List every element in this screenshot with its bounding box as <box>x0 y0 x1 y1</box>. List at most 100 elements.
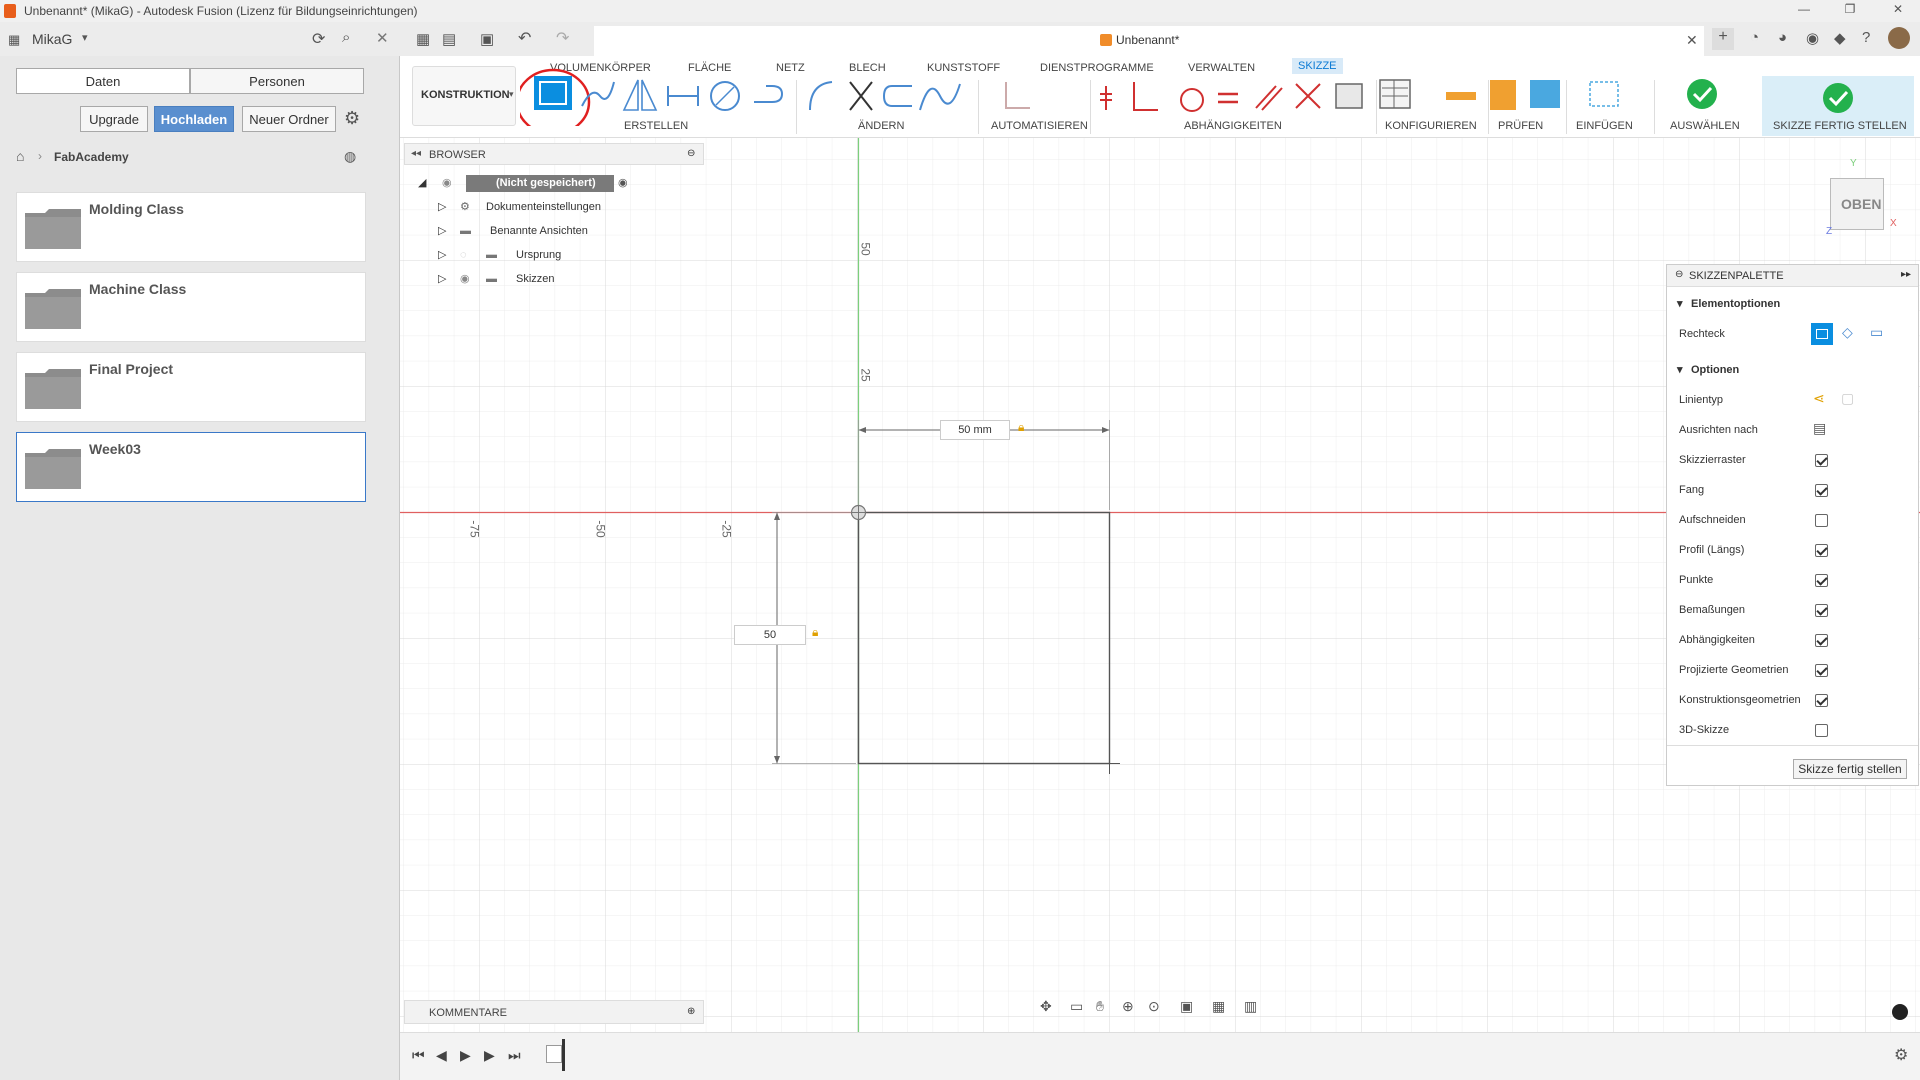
group-konfigurieren[interactable]: KONFIGURIEREN <box>1385 120 1477 132</box>
apps-grid-icon[interactable]: ▦ <box>8 32 20 48</box>
folder-card[interactable]: Molding Class <box>16 192 366 262</box>
checkbox-fang[interactable] <box>1815 484 1828 497</box>
group-automatisieren[interactable]: AUTOMATISIEREN <box>991 120 1088 132</box>
home-icon[interactable]: ⌂ <box>16 148 24 164</box>
timeline-first-icon[interactable]: ⏮︎ <box>412 1047 425 1064</box>
tree-expand-icon[interactable]: ◢ <box>418 173 426 193</box>
timeline-last-icon[interactable]: ⏭︎ <box>508 1047 521 1064</box>
folder-card[interactable]: Final Project <box>16 352 366 422</box>
group-aendern[interactable]: ÄNDERN <box>858 120 904 132</box>
timeline-marker[interactable] <box>562 1039 565 1071</box>
job-status-icon[interactable]: ◕ <box>1778 29 1787 46</box>
lock-icon[interactable]: 🔒︎ <box>812 625 818 640</box>
timeline-play-icon[interactable]: ▶ <box>460 1047 471 1064</box>
group-erstellen[interactable]: ERSTELLEN <box>624 120 688 132</box>
look-at-icon[interactable]: ▭ <box>1070 998 1083 1015</box>
look-at-icon[interactable]: ▤ <box>1813 420 1826 437</box>
checkbox-abhaengigkeiten[interactable] <box>1815 634 1828 647</box>
undo-icon[interactable]: ↶ <box>518 28 531 48</box>
redo-icon[interactable]: ↷ <box>556 28 569 48</box>
tab-daten[interactable]: Daten <box>16 68 190 94</box>
section-toggle-icon[interactable]: ▾ <box>1677 361 1683 379</box>
new-folder-button[interactable]: Neuer Ordner <box>242 106 336 132</box>
tab-personen[interactable]: Personen <box>190 68 364 94</box>
refresh-icon[interactable]: ⟳ <box>312 29 325 49</box>
tree-expand-icon[interactable]: ▷ <box>438 197 446 217</box>
user-name[interactable]: MikaG <box>32 31 72 47</box>
timeline-prev-icon[interactable]: ◀ <box>436 1047 447 1064</box>
save-icon[interactable]: ▣ <box>480 30 494 48</box>
fit-icon[interactable]: ⊙ <box>1148 998 1160 1015</box>
help-icon[interactable]: ? <box>1862 29 1870 46</box>
collapse-icon[interactable]: ◂◂ <box>411 148 421 159</box>
workspace-switcher[interactable]: KONSTRUKTION ▾ <box>412 66 516 126</box>
checkbox-punkte[interactable] <box>1815 574 1828 587</box>
tree-expand-icon[interactable]: ▷ <box>438 221 446 241</box>
lock-icon[interactable]: 🔒︎ <box>1018 420 1024 435</box>
maximize-button[interactable]: ❐ <box>1840 2 1860 20</box>
height-dimension-input[interactable]: 50 <box>734 625 806 645</box>
globe-settings-icon[interactable]: ◍ <box>344 148 356 165</box>
tree-item-dokumenteinstellungen[interactable]: Dokumenteinstellungen <box>486 197 601 217</box>
avatar[interactable] <box>1888 27 1910 49</box>
checkbox-profil[interactable] <box>1815 544 1828 557</box>
width-dimension-input[interactable]: 50 mm <box>940 420 1010 440</box>
viewcube[interactable]: OBEN <box>1830 178 1884 230</box>
upgrade-button[interactable]: Upgrade <box>80 106 148 132</box>
browser-panel-header[interactable]: ◂◂ BROWSER ⊖ <box>404 143 704 165</box>
tree-item-skizzen[interactable]: Skizzen <box>516 269 555 289</box>
tree-item-benannte-ansichten[interactable]: Benannte Ansichten <box>490 221 588 241</box>
section-toggle-icon[interactable]: ▾ <box>1677 295 1683 313</box>
app-grid-icon[interactable]: ▦ <box>416 30 430 48</box>
visibility-eye-icon[interactable]: ◉ <box>442 173 452 193</box>
tree-root-item[interactable]: (Nicht gespeichert) <box>466 175 614 192</box>
checkbox-projizierte-geometrien[interactable] <box>1815 664 1828 677</box>
chat-icon[interactable] <box>1892 1004 1908 1020</box>
close-panel-icon[interactable]: ✕ <box>376 29 389 47</box>
timeline-next-icon[interactable]: ▶ <box>484 1047 495 1064</box>
checkbox-bemassungen[interactable] <box>1815 604 1828 617</box>
tree-expand-icon[interactable]: ▷ <box>438 269 446 289</box>
add-comment-icon[interactable]: ⊕ <box>687 1006 695 1017</box>
zoom-icon[interactable]: ⊕ <box>1122 998 1134 1015</box>
group-abhaengigkeiten[interactable]: ABHÄNGIGKEITEN <box>1184 120 1282 132</box>
chevron-down-icon[interactable]: ▾ <box>82 31 88 44</box>
group-pruefen[interactable]: PRÜFEN <box>1498 120 1543 132</box>
comments-panel[interactable]: KOMMENTARE ⊕ <box>404 1000 704 1024</box>
upload-button[interactable]: Hochladen <box>154 106 234 132</box>
finish-sketch-check-icon[interactable] <box>1820 80 1860 116</box>
minimize-button[interactable]: — <box>1794 2 1814 20</box>
viewports-icon[interactable]: ▥ <box>1244 998 1257 1015</box>
gear-icon[interactable]: ⚙ <box>344 108 360 129</box>
checkbox-3d-skizze[interactable] <box>1815 724 1828 737</box>
centerline-icon[interactable]: ▢ <box>1841 390 1854 407</box>
active-radio-icon[interactable]: ◉ <box>618 173 628 193</box>
tree-expand-icon[interactable]: ▷ <box>438 245 446 265</box>
new-tab-icon[interactable]: + <box>1712 28 1734 50</box>
document-tab[interactable]: Unbenannt* ✕ <box>594 26 1704 56</box>
palette-pin-icon[interactable]: ⊖ <box>1675 269 1683 280</box>
close-tab-icon[interactable]: ✕ <box>1686 32 1698 49</box>
group-einfuegen[interactable]: EINFÜGEN <box>1576 120 1633 132</box>
close-window-button[interactable]: ✕ <box>1888 2 1908 20</box>
tree-item-ursprung[interactable]: Ursprung <box>516 245 561 265</box>
section-elementoptionen[interactable]: Elementoptionen <box>1691 295 1780 313</box>
group-auswaehlen[interactable]: AUSWÄHLEN <box>1670 120 1740 132</box>
center-rectangle-icon[interactable]: ▭ <box>1870 324 1883 341</box>
folder-card[interactable]: Machine Class <box>16 272 366 342</box>
construction-line-icon[interactable]: ⋖ <box>1813 390 1825 407</box>
palette-header[interactable]: ⊖ SKIZZENPALETTE ▸▸ <box>1667 265 1918 287</box>
finish-sketch-button[interactable]: Skizze fertig stellen <box>1793 759 1907 779</box>
file-menu-icon[interactable]: ▤ <box>442 30 456 48</box>
section-optionen[interactable]: Optionen <box>1691 361 1739 379</box>
breadcrumb[interactable]: FabAcademy <box>54 150 129 164</box>
checkbox-aufschneiden[interactable] <box>1815 514 1828 527</box>
three-point-rectangle-icon[interactable]: ◇ <box>1842 324 1853 341</box>
folder-card[interactable]: Week03 <box>16 432 366 502</box>
extensions-icon[interactable]: ◔ <box>1750 29 1759 46</box>
grid-settings-icon[interactable]: ▦ <box>1212 998 1225 1015</box>
notifications-icon[interactable]: ◆ <box>1834 29 1846 47</box>
visibility-hidden-icon[interactable]: ◌ <box>460 245 467 265</box>
pan-icon[interactable]: ✋︎ <box>1096 998 1104 1015</box>
visibility-eye-icon[interactable]: ◉ <box>460 269 470 289</box>
